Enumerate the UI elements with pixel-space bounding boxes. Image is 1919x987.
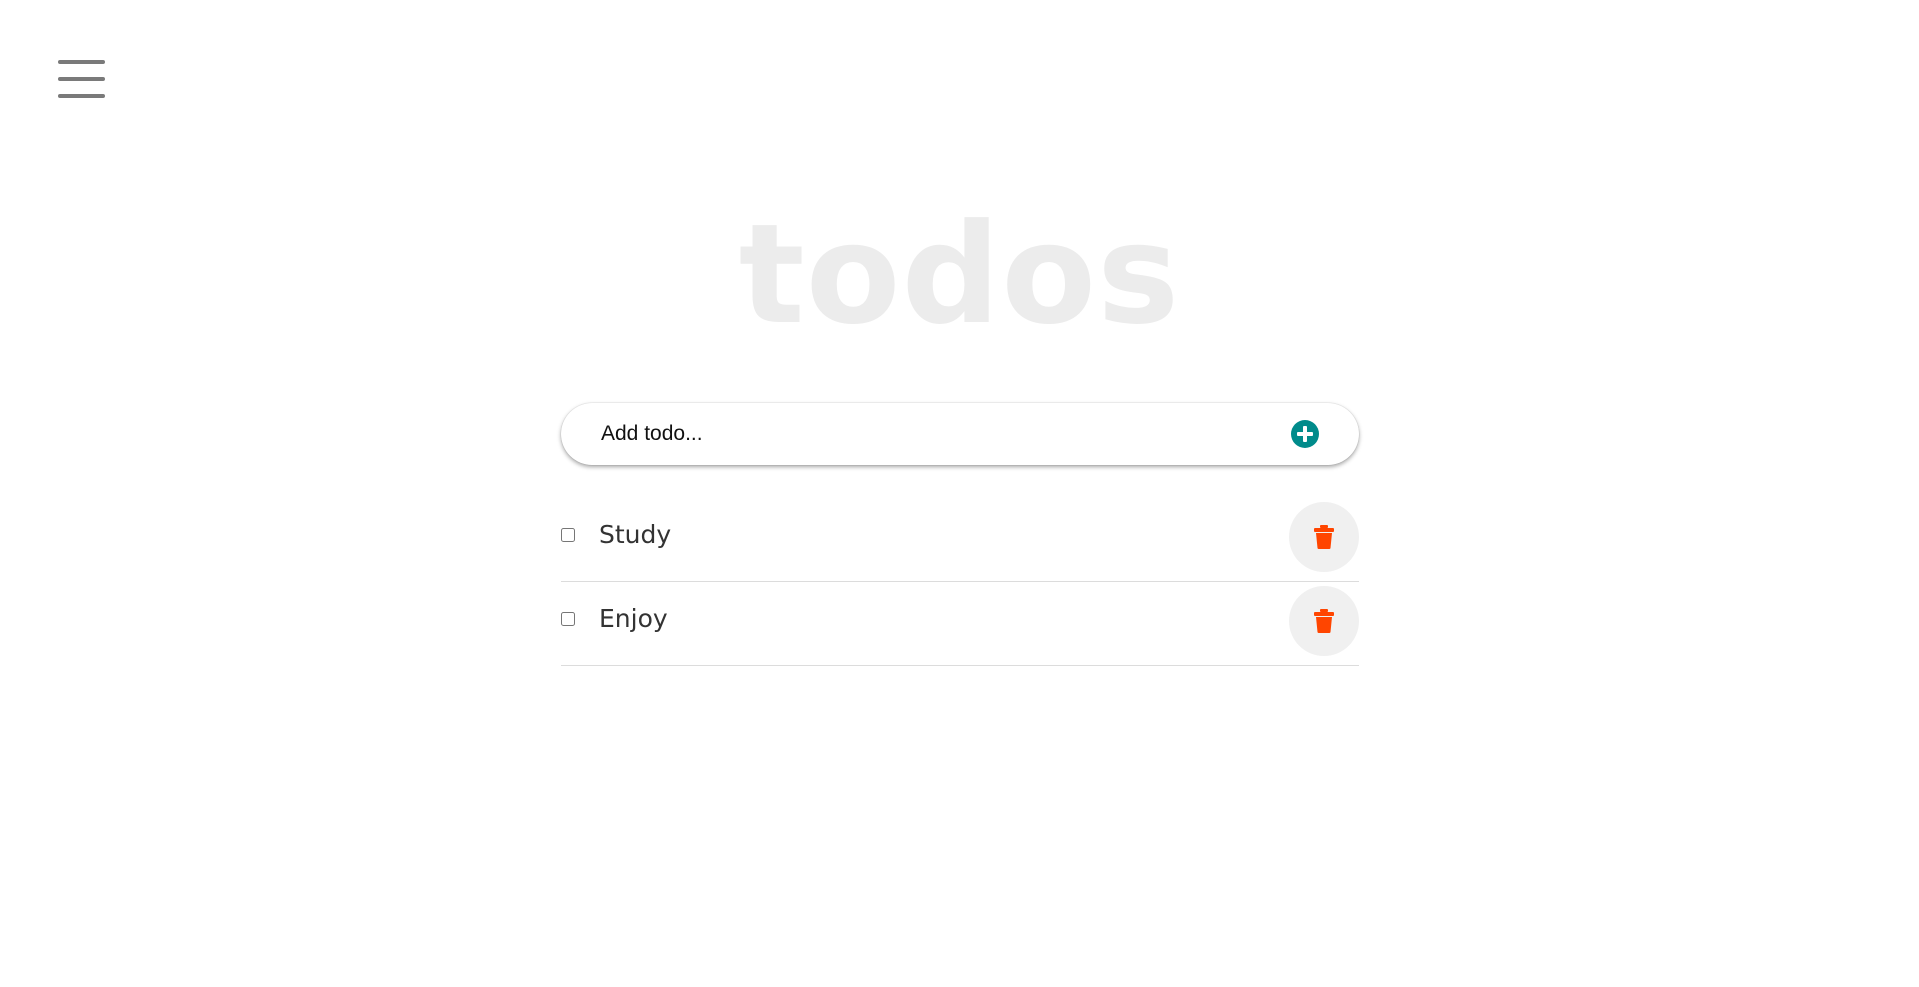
- todo-list: Study Enjoy: [561, 498, 1359, 666]
- todo-item: Study: [561, 498, 1359, 582]
- delete-todo-button[interactable]: [1289, 586, 1359, 656]
- todo-label: Study: [599, 520, 672, 549]
- todo-label: Enjoy: [599, 604, 668, 633]
- menu-bar: [58, 77, 105, 81]
- todo-app: todos Study Enjoy: [0, 0, 1919, 987]
- plus-circle-icon[interactable]: [1291, 420, 1319, 448]
- add-todo-input[interactable]: [601, 403, 1281, 465]
- page-title: todos: [738, 194, 1181, 355]
- add-todo-bar: [561, 403, 1359, 465]
- menu-bar: [58, 94, 105, 98]
- trash-icon: [1314, 609, 1334, 633]
- todo-checkbox[interactable]: [561, 528, 575, 542]
- delete-todo-button[interactable]: [1289, 502, 1359, 572]
- hamburger-menu-icon[interactable]: [58, 60, 106, 98]
- todo-checkbox[interactable]: [561, 612, 575, 626]
- todo-item: Enjoy: [561, 582, 1359, 666]
- menu-bar: [58, 60, 105, 64]
- trash-icon: [1314, 525, 1334, 549]
